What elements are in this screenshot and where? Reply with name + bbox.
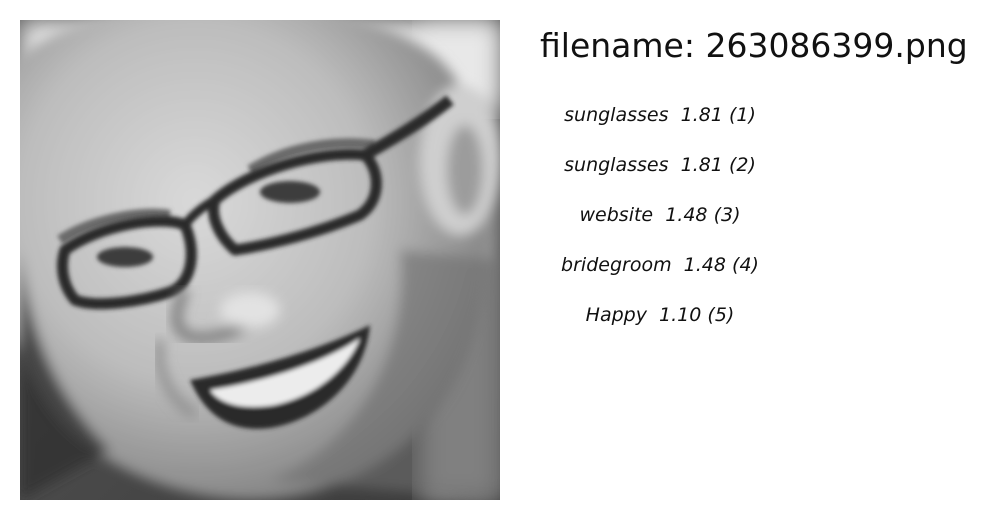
- filename-prefix: filename:: [540, 26, 706, 65]
- tag-score: 1.81: [680, 154, 723, 176]
- tag-rank: (2): [728, 154, 756, 176]
- tag-item: website 1.48 (3): [520, 198, 800, 248]
- tag-item: bridegroom 1.48 (4): [520, 248, 800, 298]
- tag-label: sunglasses: [564, 154, 669, 176]
- tag-item: sunglasses 1.81 (1): [520, 98, 800, 148]
- tag-rank: (1): [728, 104, 756, 126]
- tag-item: sunglasses 1.81 (2): [520, 148, 800, 198]
- face-photo: [20, 20, 500, 500]
- tag-score: 1.81: [680, 104, 723, 126]
- tag-rank: (4): [732, 254, 759, 276]
- tag-list: sunglasses 1.81 (1) sunglasses 1.81 (2) …: [520, 98, 800, 348]
- tag-score: 1.48: [683, 254, 726, 276]
- tag-label: website: [579, 204, 654, 226]
- filename-value: 263086399.png: [705, 26, 968, 65]
- tag-score: 1.48: [665, 204, 708, 226]
- tag-rank: (5): [707, 304, 735, 326]
- tag-item: Happy 1.10 (5): [520, 298, 800, 348]
- tag-score: 1.10: [659, 304, 702, 326]
- tag-rank: (3): [713, 204, 741, 226]
- tag-label: bridegroom: [561, 254, 672, 276]
- tag-label: sunglasses: [564, 104, 669, 126]
- filename-title: filename: 263086399.png: [540, 24, 980, 68]
- tag-label: Happy: [585, 304, 647, 326]
